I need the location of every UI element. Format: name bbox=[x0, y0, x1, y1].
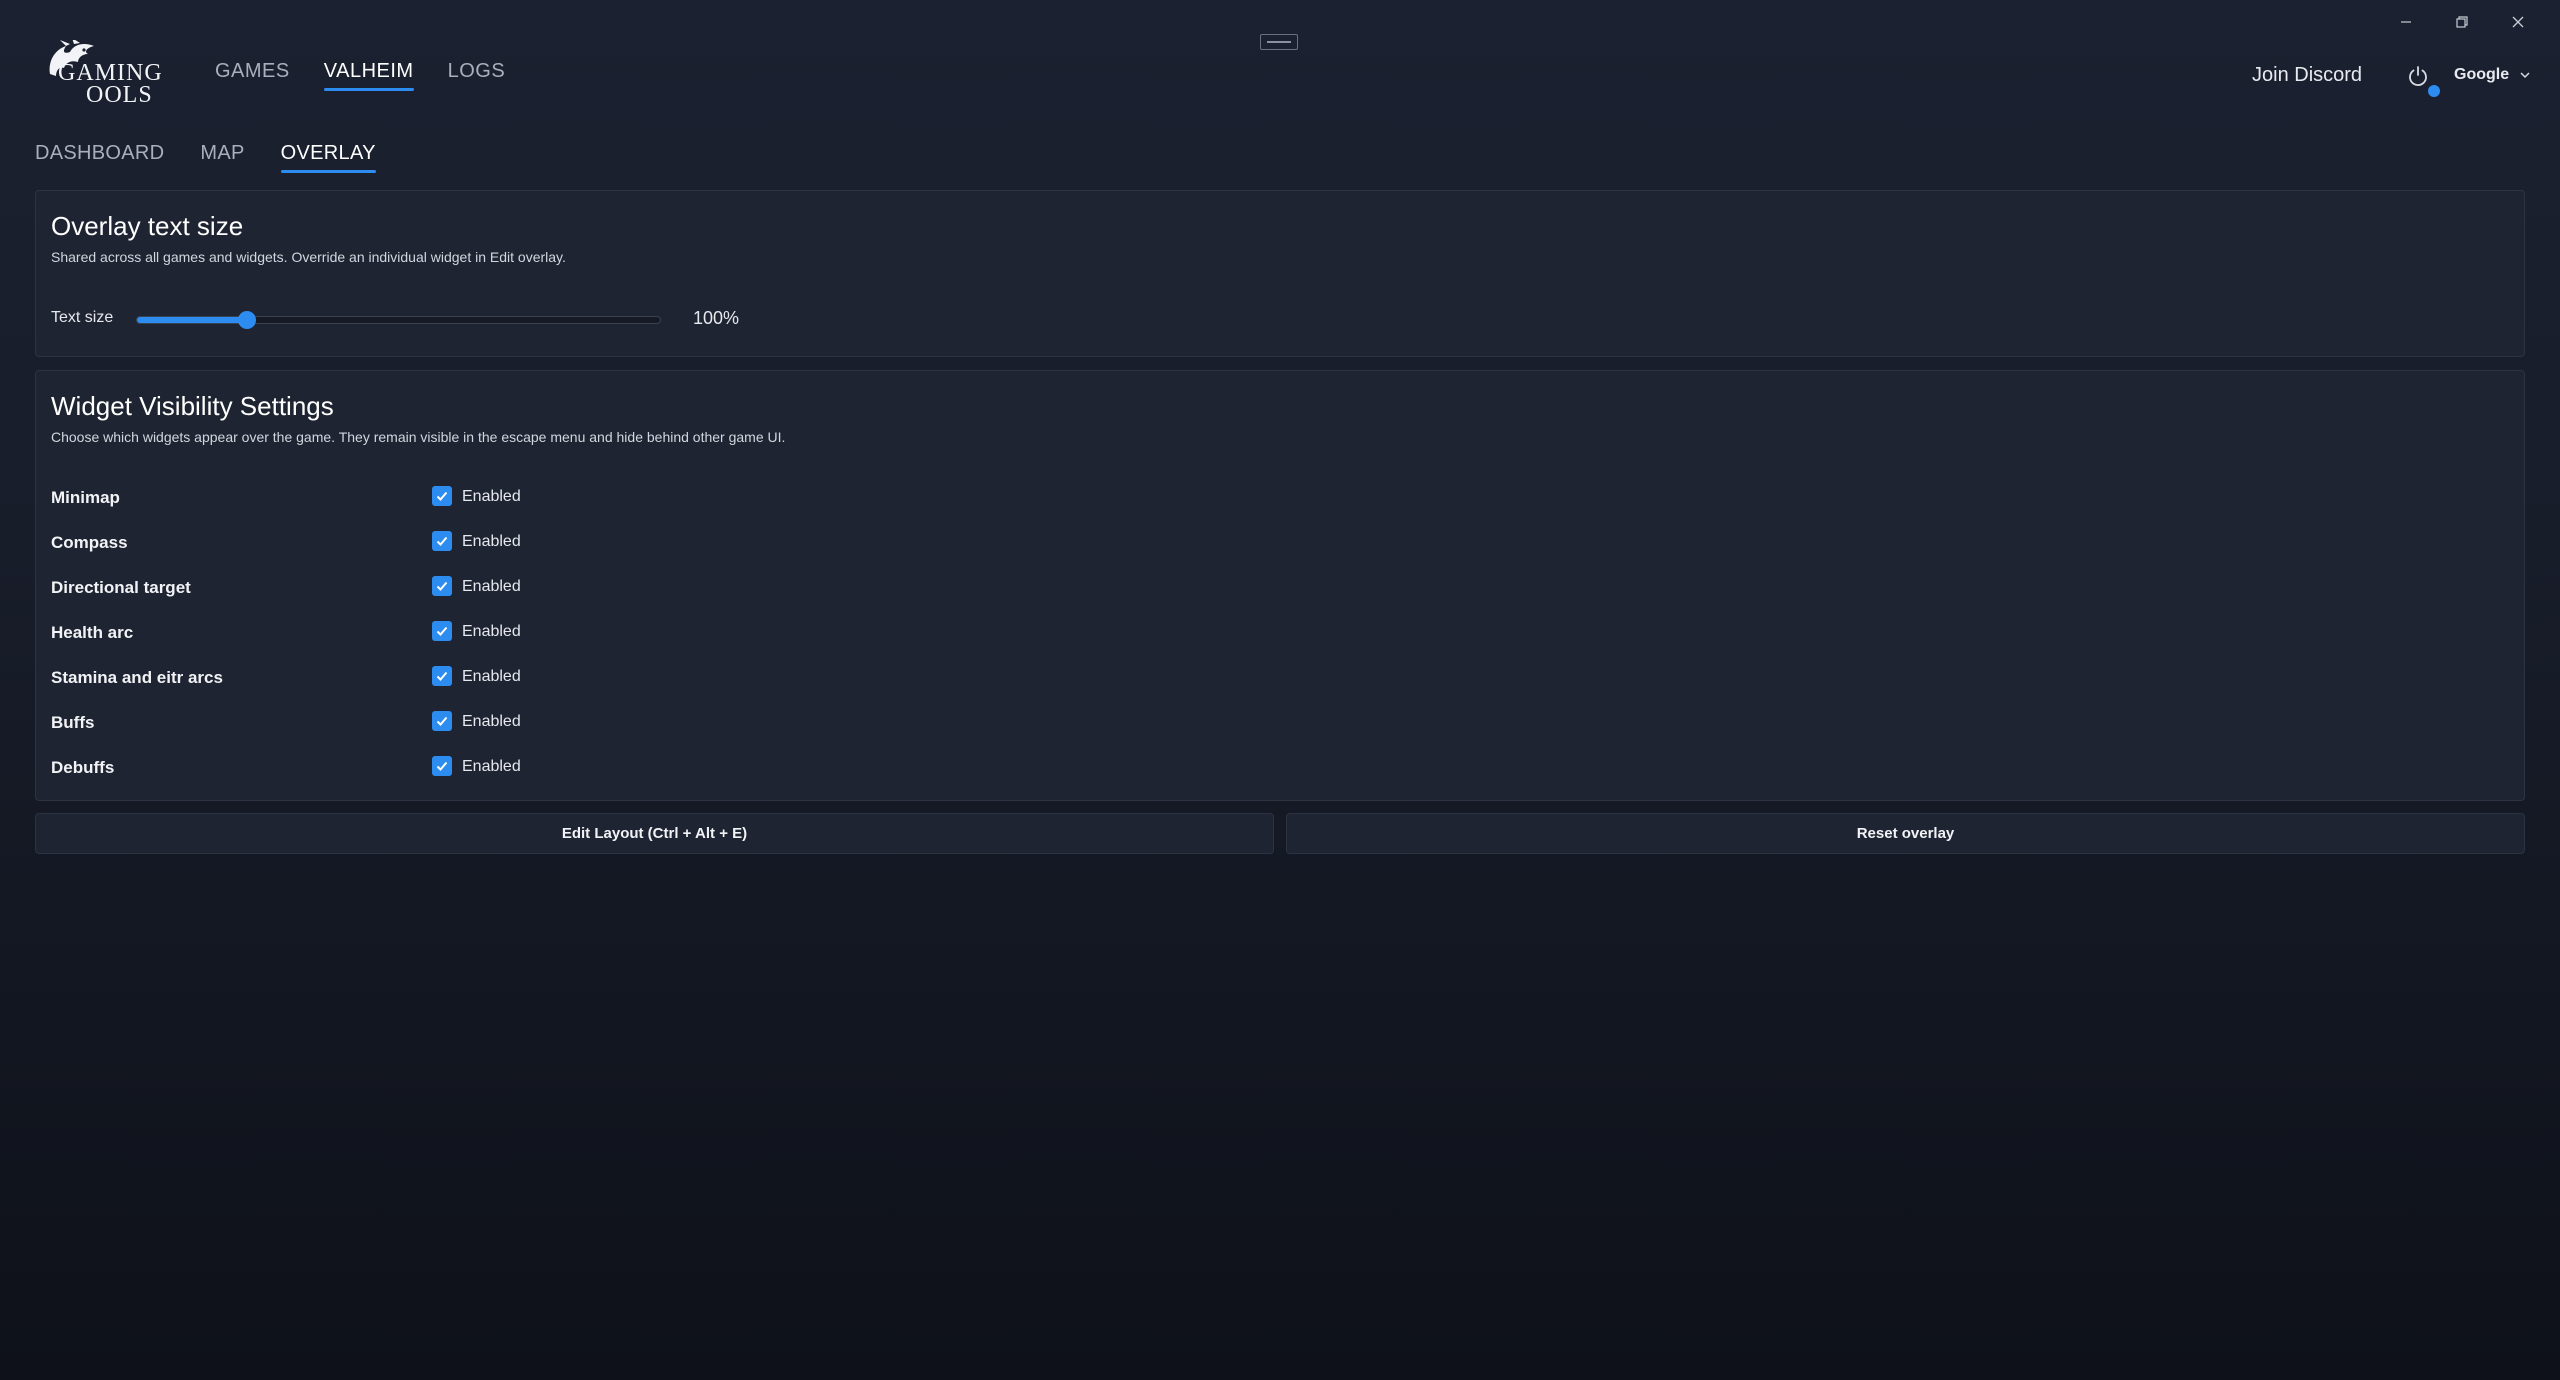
tab-map[interactable]: MAP bbox=[200, 142, 244, 173]
widget-visibility-panel: Widget Visibility Settings Choose which … bbox=[35, 370, 2525, 801]
logo-text-bottom: OOLS bbox=[86, 82, 153, 108]
widget-checkbox[interactable] bbox=[432, 711, 452, 731]
account-name: Google bbox=[2454, 66, 2510, 83]
widget-name: Buffs bbox=[51, 713, 95, 732]
panel-title: Overlay text size bbox=[51, 211, 244, 241]
widget-name: Stamina and eitr arcs bbox=[51, 668, 223, 687]
check-icon bbox=[436, 491, 448, 501]
widget-row-directional-target: Directional target Enabled bbox=[51, 574, 651, 602]
widget-row-stamina-eitr-arcs: Stamina and eitr arcs Enabled bbox=[51, 664, 651, 692]
panel-description: Choose which widgets appear over the gam… bbox=[51, 429, 786, 445]
main-nav-games[interactable]: GAMES bbox=[215, 60, 290, 91]
widget-name: Directional target bbox=[51, 578, 191, 597]
close-button[interactable] bbox=[2490, 4, 2546, 40]
widget-row-compass: Compass Enabled bbox=[51, 529, 651, 557]
check-icon bbox=[436, 536, 448, 546]
chevron-down-icon bbox=[2520, 72, 2530, 79]
main-nav-logs[interactable]: LOGS bbox=[448, 60, 506, 91]
main-nav-valheim[interactable]: VALHEIM bbox=[323, 60, 414, 91]
minimize-button[interactable] bbox=[2378, 4, 2434, 40]
text-size-slider[interactable] bbox=[136, 311, 661, 329]
restore-button[interactable] bbox=[2434, 4, 2490, 40]
widget-checkbox[interactable] bbox=[432, 531, 452, 551]
check-icon bbox=[436, 626, 448, 636]
widget-name: Debuffs bbox=[51, 758, 115, 777]
widget-row-minimap: Minimap Enabled bbox=[51, 484, 651, 512]
power-icon bbox=[2409, 66, 2427, 87]
widget-checkbox[interactable] bbox=[432, 621, 452, 641]
drag-handle-icon[interactable] bbox=[1260, 34, 1298, 50]
slider-thumb[interactable] bbox=[237, 311, 256, 329]
widget-row-health-arc: Health arc Enabled bbox=[51, 619, 651, 647]
status-dot bbox=[2428, 85, 2440, 97]
text-size-value: 100% bbox=[693, 308, 740, 328]
widget-row-debuffs: Debuffs Enabled bbox=[51, 754, 651, 782]
widget-status: Enabled bbox=[462, 623, 521, 640]
slider-fill bbox=[137, 317, 247, 323]
panel-title: Widget Visibility Settings bbox=[51, 391, 334, 421]
restore-icon bbox=[2456, 16, 2468, 28]
widget-status: Enabled bbox=[462, 668, 521, 685]
main-nav: GAMES VALHEIM LOGS bbox=[215, 60, 505, 91]
widget-status: Enabled bbox=[462, 713, 521, 730]
text-size-label: Text size bbox=[51, 309, 114, 326]
overlay-text-size-panel: Overlay text size Shared across all game… bbox=[35, 190, 2525, 357]
widget-name: Health arc bbox=[51, 623, 134, 642]
widget-name: Minimap bbox=[51, 488, 120, 507]
power-button[interactable] bbox=[2406, 64, 2440, 97]
account-dropdown[interactable]: Google bbox=[2454, 66, 2531, 84]
minimize-icon bbox=[2401, 21, 2411, 23]
edit-layout-button[interactable]: Edit Layout (Ctrl + Alt + E) bbox=[35, 813, 1274, 854]
tab-overlay[interactable]: OVERLAY bbox=[280, 142, 376, 173]
reset-overlay-button[interactable]: Reset overlay bbox=[1286, 813, 2525, 854]
widget-name: Compass bbox=[51, 533, 128, 552]
widget-status: Enabled bbox=[462, 578, 521, 595]
sub-nav: DASHBOARD MAP OVERLAY bbox=[35, 142, 376, 173]
widget-status: Enabled bbox=[462, 758, 521, 775]
widget-status: Enabled bbox=[462, 533, 521, 550]
tab-dashboard[interactable]: DASHBOARD bbox=[35, 142, 164, 173]
top-bar: GAMING OOLS GAMES VALHEIM LOGS Join Disc… bbox=[0, 0, 2560, 120]
widget-row-buffs: Buffs Enabled bbox=[51, 709, 651, 737]
check-icon bbox=[436, 761, 448, 771]
close-icon bbox=[2512, 16, 2524, 28]
widget-checkbox[interactable] bbox=[432, 756, 452, 776]
panel-description: Shared across all games and widgets. Ove… bbox=[51, 249, 566, 265]
widget-status: Enabled bbox=[462, 488, 521, 505]
widget-checkbox[interactable] bbox=[432, 486, 452, 506]
check-icon bbox=[436, 716, 448, 726]
window-controls bbox=[2378, 4, 2546, 40]
widget-checkbox[interactable] bbox=[432, 666, 452, 686]
check-icon bbox=[436, 581, 448, 591]
check-icon bbox=[436, 671, 448, 681]
join-discord-link[interactable]: Join Discord bbox=[2252, 64, 2362, 87]
widget-checkbox[interactable] bbox=[432, 576, 452, 596]
app-logo[interactable]: GAMING OOLS bbox=[44, 40, 164, 110]
